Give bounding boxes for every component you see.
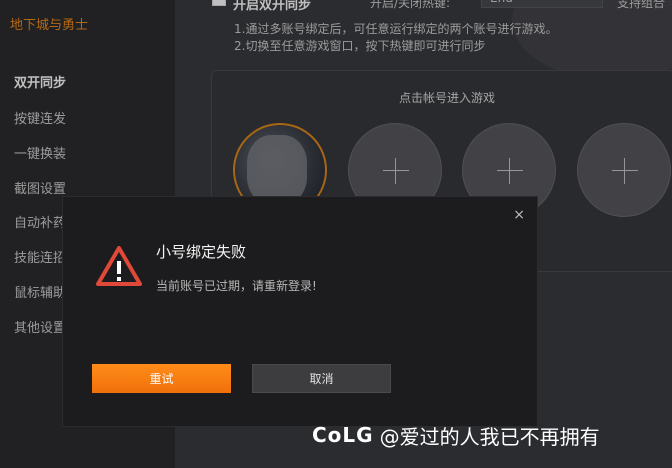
error-dialog: × 小号绑定失败 当前账号已过期，请重新登录! 重试 取消 — [62, 196, 538, 427]
watermark-logo: CoLG — [312, 423, 374, 447]
retry-button[interactable]: 重试 — [92, 364, 231, 393]
dialog-message: 当前账号已过期，请重新登录! — [156, 279, 317, 293]
dialog-title: 小号绑定失败 — [156, 243, 247, 261]
cancel-button[interactable]: 取消 — [252, 364, 391, 393]
watermark-text: @爱过的人我已不再拥有 — [379, 424, 600, 449]
close-icon[interactable]: × — [513, 207, 525, 223]
warning-icon — [96, 246, 142, 286]
watermark: CoLG @爱过的人我已不再拥有 — [312, 420, 600, 450]
